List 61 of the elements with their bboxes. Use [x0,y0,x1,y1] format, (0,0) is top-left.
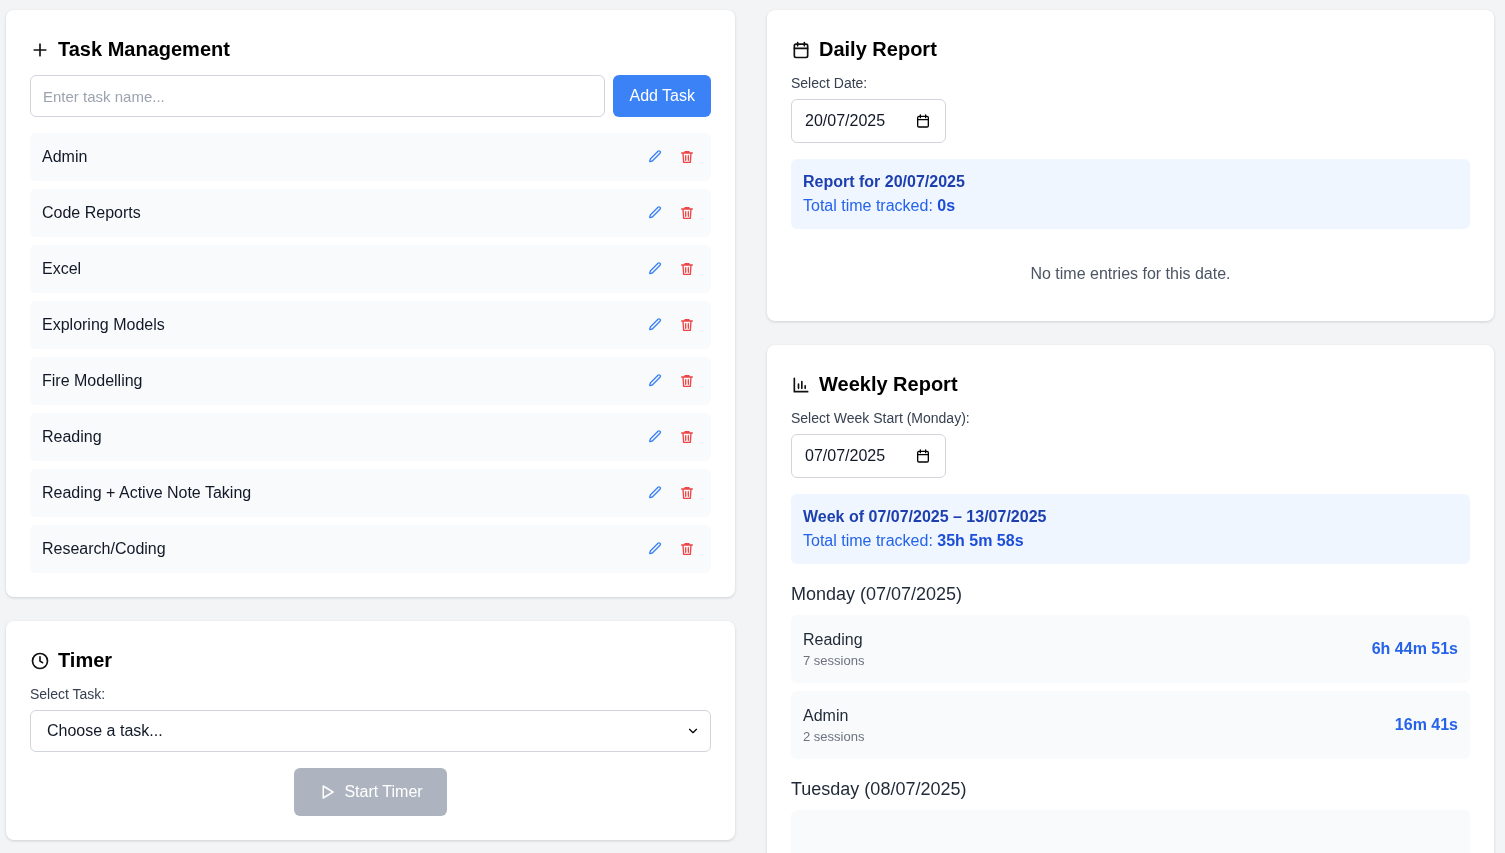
pencil-icon [647,149,663,165]
day-heading: Monday (07/07/2025) [791,584,964,605]
entry-task: Admin [803,706,850,725]
field-label: Select Date: [791,75,869,91]
task-name-field[interactable]: Enter task name... [30,75,606,117]
session-count: 7 sessions [803,652,865,668]
calendar-icon [915,113,932,129]
entry-duration: 16m 41s [1394,716,1458,734]
trash-icon [679,149,695,165]
task-row[interactable]: Fire Modelling [30,357,711,405]
entry-duration: 6h 44m 51s [1371,640,1458,658]
entry-task: Reading [803,630,864,649]
summary-title: Week of 07/07/2025 – 13/07/2025 [803,508,1048,526]
pencil-icon [647,429,663,445]
pencil-icon [647,541,663,557]
add-task-button[interactable]: Add Task [613,75,711,117]
card-title: Daily Report [819,38,937,61]
pencil-icon [647,205,663,221]
task-row[interactable]: Research/Coding [30,525,711,573]
date-field[interactable]: 20/07/2025 [791,99,947,143]
task-name: Admin [42,148,88,166]
task-name: Excel [42,260,82,278]
trash-icon [679,373,695,389]
pencil-icon [647,261,663,277]
task-row[interactable]: Exploring Models [30,301,711,349]
trash-icon [679,317,695,333]
summary-title: Report for 20/07/2025 [803,173,966,191]
calendar-icon [791,39,811,60]
session-count: 2 sessions [803,728,865,744]
pencil-icon [647,485,663,501]
task-select[interactable]: Choose a task... [30,710,711,752]
trash-icon [679,205,695,221]
trash-icon [679,485,695,501]
card-title: Timer [58,649,113,672]
pencil-icon [647,317,663,333]
task-name: Research/Coding [42,540,166,558]
calendar-icon [915,448,932,464]
field-label: Select Week Start (Monday): [791,410,971,426]
total-time: Total time tracked: 0s [803,197,957,215]
task-row[interactable]: Code Reports [30,189,711,237]
card-title: Task Management [58,38,230,61]
task-name: Code Reports [42,204,141,222]
task-name: Reading + Active Note Taking [42,484,252,502]
pencil-icon [647,373,663,389]
task-name: Fire Modelling [42,372,143,390]
task-row[interactable]: Reading [30,413,711,461]
task-row[interactable]: Excel [30,245,711,293]
task-name: Exploring Models [42,316,165,334]
field-label: Select Task: [30,686,107,702]
trash-icon [679,541,695,557]
task-name: Reading [42,428,102,446]
clock-icon [30,650,50,671]
day-heading: Tuesday (08/07/2025) [791,779,968,800]
card-title: Weekly Report [819,373,958,396]
total-time: Total time tracked: 35h 5m 58s [803,532,1025,550]
trash-icon [679,261,695,277]
trash-icon [679,429,695,445]
date-field[interactable]: 07/07/2025 [791,434,947,478]
empty-message: No time entries for this date. [1029,264,1232,284]
task-row[interactable]: Reading + Active Note Taking [30,469,711,517]
task-row[interactable]: Admin [30,133,711,181]
